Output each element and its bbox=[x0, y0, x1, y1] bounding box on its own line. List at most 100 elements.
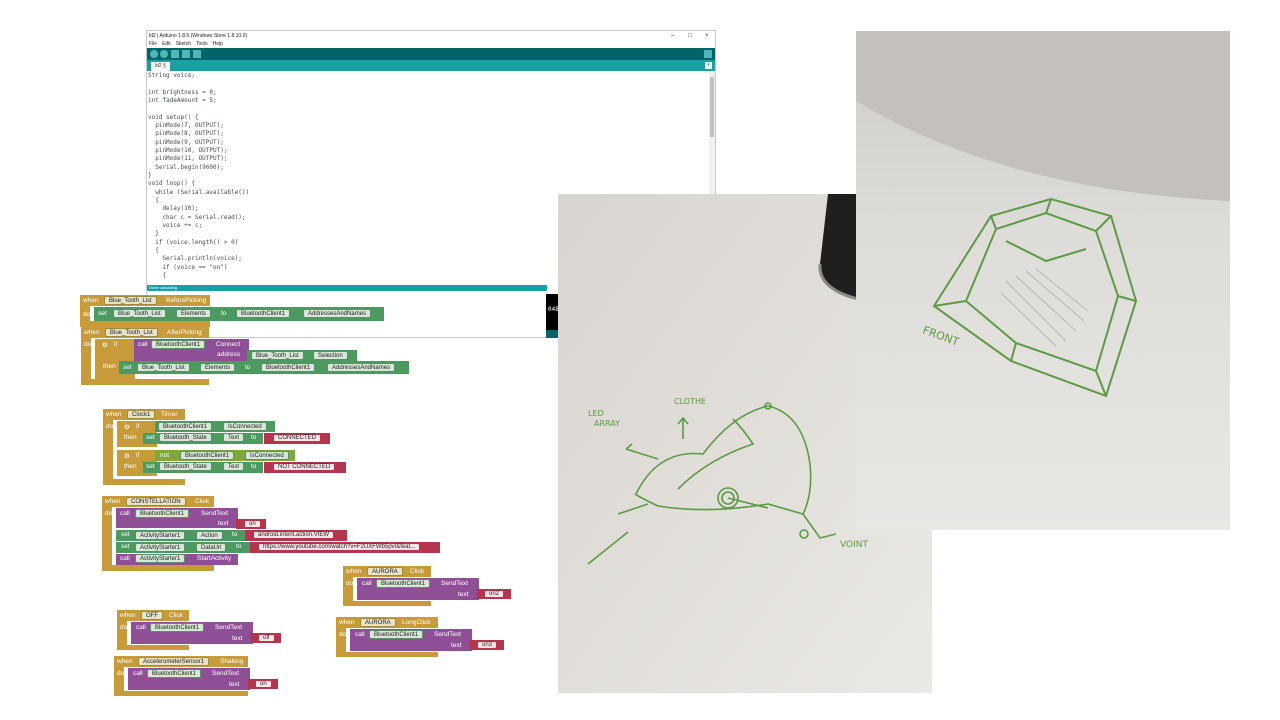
menu-help[interactable]: Help bbox=[213, 41, 223, 47]
when-keyword: when bbox=[120, 612, 136, 619]
send-text-value[interactable]: on bbox=[255, 680, 272, 688]
event-name: BeforePicking bbox=[166, 297, 207, 304]
bt-component-pill[interactable]: BluetoothClient1 bbox=[147, 669, 202, 678]
when-keyword: when bbox=[105, 498, 121, 505]
if-keyword: if bbox=[136, 452, 140, 459]
bt-component-pill[interactable]: BluetoothClient1 bbox=[236, 309, 291, 318]
menu-tools[interactable]: Tools bbox=[196, 41, 208, 47]
bt-component-pill[interactable]: BluetoothClient1 bbox=[261, 363, 316, 372]
then-keyword: then bbox=[103, 363, 116, 370]
tab-menu-icon[interactable]: ▾ bbox=[705, 62, 712, 69]
menu-edit[interactable]: Edit bbox=[162, 41, 171, 47]
event-component-pill[interactable]: Blue_Tooth_List bbox=[104, 296, 157, 305]
tab-ld2[interactable]: ld2 § bbox=[151, 62, 170, 71]
serial-monitor-icon[interactable] bbox=[704, 50, 712, 58]
text-property-pill[interactable]: Text bbox=[223, 433, 245, 442]
activity-component-pill[interactable]: ActivityStarter1 bbox=[135, 543, 186, 552]
set-component-pill[interactable]: Blue_Tooth_List bbox=[113, 309, 166, 318]
code-line: Serial.println(voice); bbox=[148, 255, 242, 262]
event-component-pill[interactable]: CONSTELLATION bbox=[126, 497, 186, 506]
block-clock1-timer[interactable]: when Clock1 Timer do ⚙ if then Bluetooth… bbox=[103, 409, 353, 485]
save-sketch-icon[interactable] bbox=[193, 50, 201, 58]
front-sketch-photo: FRONT bbox=[856, 31, 1230, 530]
gear-icon[interactable]: ⚙ bbox=[124, 423, 130, 431]
maximize-icon[interactable]: □ bbox=[688, 31, 692, 41]
bt-component-pill[interactable]: BluetoothClient1 bbox=[151, 340, 206, 349]
code-line: pinMode(11, OUTPUT); bbox=[148, 155, 228, 162]
list-component-pill[interactable]: Blue_Tooth_List bbox=[251, 351, 304, 360]
bt-property-pill[interactable]: AddressesAndNames bbox=[327, 363, 396, 372]
address-label: address bbox=[217, 351, 241, 358]
front-sketch-drawing: FRONT bbox=[856, 31, 1230, 530]
isconnected-pill[interactable]: IsConnected bbox=[245, 451, 289, 460]
to-keyword: to bbox=[245, 364, 251, 371]
open-sketch-icon[interactable] bbox=[182, 50, 190, 58]
call-keyword: call bbox=[138, 341, 148, 348]
send-text-value[interactable]: on3 bbox=[477, 641, 498, 649]
to-keyword: to bbox=[251, 463, 257, 470]
gear-icon[interactable]: ⚙ bbox=[102, 341, 108, 349]
method-name: SendText bbox=[201, 510, 229, 517]
url-text[interactable]: https://www.youtube.com/watch?v=F2UXFWb5… bbox=[258, 543, 421, 551]
bt-component-pill[interactable]: BluetoothClient1 bbox=[150, 623, 205, 632]
minimize-icon[interactable]: – bbox=[671, 31, 674, 41]
event-component-pill[interactable]: OFF bbox=[141, 611, 163, 620]
event-component-pill[interactable]: AURORA bbox=[360, 618, 396, 627]
text-property-pill[interactable]: Text bbox=[223, 462, 245, 471]
intent-text[interactable]: android.intent.action.VIEW bbox=[253, 531, 335, 539]
event-component-pill[interactable]: Clock1 bbox=[127, 410, 156, 419]
block-constellation-click[interactable]: when CONSTELLATION Click do call Bluetoo… bbox=[102, 496, 447, 571]
action-property-pill[interactable]: Action bbox=[196, 531, 223, 540]
bt-property-pill[interactable]: AddressesAndNames bbox=[303, 309, 372, 318]
block-bluetooth-list-beforepicking[interactable]: when Blue_Tooth_List BeforePicking do se… bbox=[80, 295, 385, 327]
bt-component-pill[interactable]: BluetoothClient1 bbox=[180, 451, 235, 460]
event-component-pill[interactable]: Blue_Tooth_List bbox=[105, 328, 158, 337]
block-bluetooth-list-afterpicking[interactable]: when Blue_Tooth_List AfterPicking do ⚙ i… bbox=[81, 327, 411, 385]
do-keyword: do bbox=[83, 311, 91, 318]
bt-component-pill[interactable]: BluetoothClient1 bbox=[376, 579, 431, 588]
block-aurora-longclick[interactable]: when AURORA LongClick do call BluetoothC… bbox=[336, 617, 506, 657]
verify-icon[interactable] bbox=[150, 50, 158, 58]
call-keyword: call bbox=[362, 580, 372, 587]
upload-icon[interactable] bbox=[160, 50, 168, 58]
bt-component-pill[interactable]: BluetoothClient1 bbox=[135, 509, 190, 518]
set-keyword: set bbox=[123, 364, 132, 371]
set-component-pill[interactable]: Blue_Tooth_List bbox=[137, 363, 190, 372]
connected-text[interactable]: CONNECTED bbox=[273, 434, 322, 442]
code-line: pinMode(8, OUTPUT); bbox=[148, 130, 224, 137]
not-connected-text[interactable]: NOT CONNECTED bbox=[273, 463, 336, 471]
block-accelerometer-shaking[interactable]: when AccelerometerSensor1 Shaking do cal… bbox=[114, 656, 284, 696]
ide-toolbar bbox=[147, 48, 715, 60]
not-keyword: not bbox=[160, 452, 170, 459]
label-component-pill[interactable]: Bluetooth_State bbox=[159, 433, 212, 442]
send-text-value[interactable]: off bbox=[258, 634, 275, 642]
set-property-pill[interactable]: Elements bbox=[176, 309, 212, 318]
set-keyword: set bbox=[121, 543, 130, 550]
activity-component-pill[interactable]: ActivityStarter1 bbox=[135, 531, 186, 540]
set-property-pill[interactable]: Elements bbox=[200, 363, 236, 372]
gear-icon[interactable]: ⚙ bbox=[124, 452, 130, 460]
event-component-pill[interactable]: AURORA bbox=[367, 567, 403, 576]
send-text-value[interactable]: on bbox=[244, 520, 261, 528]
scrollbar-thumb[interactable] bbox=[710, 77, 714, 137]
method-name: StartActivity bbox=[197, 555, 232, 562]
code-line: delay(10); bbox=[148, 205, 199, 212]
send-text-value[interactable]: on2 bbox=[484, 590, 505, 598]
status-text: Done uploading. bbox=[149, 285, 179, 290]
bt-component-pill[interactable]: BluetoothClient1 bbox=[158, 422, 213, 431]
label-component-pill[interactable]: Bluetooth_State bbox=[159, 462, 212, 471]
block-off-click[interactable]: when OFF Click do call BluetoothClient1 … bbox=[117, 610, 287, 650]
block-aurora-click[interactable]: when AURORA Click do call BluetoothClien… bbox=[343, 566, 513, 606]
new-sketch-icon[interactable] bbox=[171, 50, 179, 58]
menu-sketch[interactable]: Sketch bbox=[176, 41, 191, 47]
menu-file[interactable]: File bbox=[149, 41, 157, 47]
set-keyword: set bbox=[146, 463, 155, 470]
activity-component-pill[interactable]: ActivityStarter1 bbox=[135, 554, 186, 563]
close-icon[interactable]: × bbox=[705, 31, 709, 41]
selection-property-pill[interactable]: Selection bbox=[313, 351, 348, 360]
method-name: SendText bbox=[212, 670, 240, 677]
datauri-property-pill[interactable]: DataUri bbox=[196, 543, 227, 552]
event-component-pill[interactable]: AccelerometerSensor1 bbox=[138, 657, 210, 666]
isconnected-pill[interactable]: IsConnected bbox=[223, 422, 267, 431]
bt-component-pill[interactable]: BluetoothClient1 bbox=[369, 630, 424, 639]
